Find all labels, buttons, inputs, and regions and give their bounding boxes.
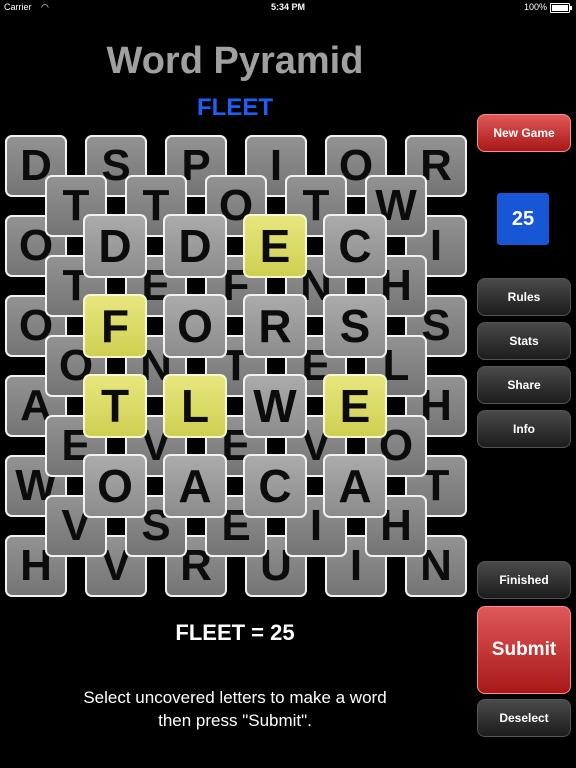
letter-tile[interactable]: R: [243, 294, 307, 358]
share-button[interactable]: Share: [477, 366, 571, 404]
letter-tile[interactable]: A: [163, 454, 227, 518]
letter-tile[interactable]: E: [323, 374, 387, 438]
instructions-line-1: Select uncovered letters to make a word: [83, 688, 387, 707]
battery-percent: 100%: [523, 2, 547, 12]
instructions-line-2: then press "Submit".: [158, 711, 312, 730]
letter-tile[interactable]: F: [83, 294, 147, 358]
letter-tile[interactable]: O: [83, 454, 147, 518]
letter-tile[interactable]: D: [163, 214, 227, 278]
letter-tile[interactable]: E: [243, 214, 307, 278]
stats-button[interactable]: Stats: [477, 322, 571, 360]
instructions: Select uncovered letters to make a word …: [0, 686, 470, 732]
letter-tile[interactable]: C: [243, 454, 307, 518]
finished-button[interactable]: Finished: [477, 561, 571, 599]
battery-icon: [550, 2, 572, 13]
letter-tile[interactable]: L: [163, 374, 227, 438]
new-game-button[interactable]: New Game: [477, 114, 571, 152]
score-counter: 25: [497, 193, 549, 245]
letter-tile[interactable]: A: [323, 454, 387, 518]
word-score: FLEET = 25: [175, 620, 295, 645]
rules-button[interactable]: Rules: [477, 278, 571, 316]
letter-tile[interactable]: S: [323, 294, 387, 358]
letter-tile[interactable]: C: [323, 214, 387, 278]
submit-button[interactable]: Submit: [477, 606, 571, 694]
battery-indicator: 100%: [523, 0, 572, 15]
info-button[interactable]: Info: [477, 410, 571, 448]
letter-tile[interactable]: D: [83, 214, 147, 278]
deselect-button[interactable]: Deselect: [477, 699, 571, 737]
pyramid-board: DSPIOROIOSAHWTHVRUINTTOTWTEFNHONTELEVEVO…: [0, 0, 470, 600]
letter-tile[interactable]: W: [243, 374, 307, 438]
letter-tile[interactable]: O: [163, 294, 227, 358]
letter-tile[interactable]: T: [83, 374, 147, 438]
